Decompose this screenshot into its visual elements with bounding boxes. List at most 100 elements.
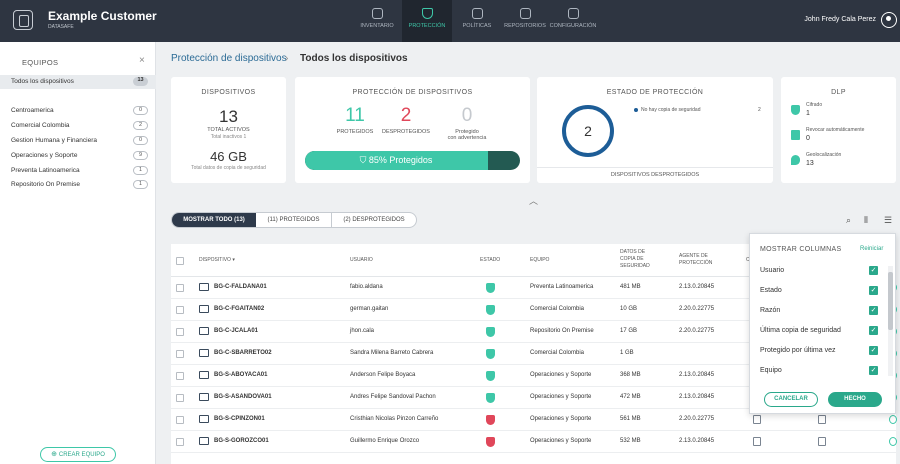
user-cell: Andres Felipe Sandoval Pachon [350,394,436,400]
column-option-protegido[interactable]: Protegido por última vez [760,347,835,354]
nav-configuracion[interactable]: CONFIGURACIÓN [548,0,598,42]
column-option-ultima-copia[interactable]: Última copia de seguridad [760,327,841,334]
unprotected-devices-link[interactable]: DISPOSITIVOS DESPROTEGIDOS [537,167,773,178]
device-name[interactable]: BG-C-JCALA01 [214,328,258,334]
column-checkbox[interactable]: ✓ [869,306,878,315]
tab-unprotected[interactable]: (2) DESPROTEGIDOS [332,213,416,227]
nav-proteccion[interactable]: PROTECCIÓN [402,0,452,42]
search-icon [371,8,383,19]
unprotected-shield-icon [486,415,495,425]
shield-icon [421,8,433,19]
column-option-usuario[interactable]: Usuario [760,267,784,274]
warning-stat[interactable]: 0 Protegido con advertencia [437,105,497,141]
agent-version-cell: 2.13.0.20845 [679,438,715,444]
table-row[interactable]: BG-S-GOROZCO01 Guillermo Enrique Orozco Op… [171,431,897,453]
sidebar-item-team[interactable]: Operaciones y Soporte 9 [11,151,156,160]
header-agent[interactable]: AGENTE DE PROTECCIÓN [679,253,712,267]
column-checkbox[interactable]: ✓ [869,286,878,295]
sidebar-item-team[interactable]: Gestion Humana y Financiera 0 [11,136,156,145]
column-checkbox[interactable]: ✓ [869,346,878,355]
sidebar-item-team[interactable]: Repositorio On Premise 1 [11,180,156,189]
row-checkbox[interactable] [176,350,184,358]
team-cell: Preventa Latinoamerica [530,284,594,290]
total-active-value: 13 [219,107,238,126]
header-team[interactable]: EQUIPO [530,257,549,264]
column-option-equipo[interactable]: Equipo [760,367,782,374]
row-checkbox[interactable] [176,394,184,402]
reset-link[interactable]: Reiniciar [860,246,883,252]
revoke-icon [791,130,800,140]
breadcrumb-parent[interactable]: Protección de dispositivos [171,53,287,64]
user-cell: Sandra Milena Barreto Cabrera [350,350,434,356]
location-icon [791,155,800,165]
count-badge: 1 [133,180,148,189]
row-checkbox[interactable] [176,372,184,380]
dlp-label: Revocar automáticamente [806,127,865,133]
header-status[interactable]: ESTADO [480,257,500,264]
tab-protected[interactable]: (11) PROTEGIDOS [256,213,332,227]
device-name[interactable]: BG-S-ASANDOVA01 [214,394,272,400]
columns-icon[interactable]: ⦀ [864,215,868,226]
unprotected-stat[interactable]: 2 DESPROTEGIDOS [376,105,436,135]
column-checkbox[interactable]: ✓ [869,326,878,335]
user-avatar-icon[interactable] [881,12,897,28]
laptop-icon [199,349,209,357]
user-cell: fabio.aldana [350,284,383,290]
column-option-razon[interactable]: Razón [760,307,780,314]
row-checkbox[interactable] [176,284,184,292]
close-icon[interactable]: × [139,55,145,66]
user-cell: Anderson Felipe Boyaca [350,372,416,378]
protected-shield-icon [486,349,495,359]
collapse-chevron-icon[interactable]: ︿ [529,194,538,207]
row-checkbox[interactable] [176,438,184,446]
search-icon[interactable]: ⌕ [846,215,851,226]
device-name[interactable]: BG-C-FGAITAN02 [214,306,264,312]
filter-settings-icon[interactable]: ☰ [884,215,892,226]
devices-card: DISPOSITIVOS 13 TOTAL ACTIVOS Total inac… [171,77,286,183]
team-cell: Operaciones y Soporte [530,416,592,422]
select-all-checkbox[interactable] [176,257,184,265]
count-badge: 0 [133,106,148,115]
protection-progress-bar: ⛉ 85% Protegidos [305,151,520,170]
user-name[interactable]: John Fredy Cala Perez [804,16,876,23]
location-icon [889,415,897,424]
tab-show-all[interactable]: MOSTRAR TODO (13) [172,213,256,227]
nav-repositorios[interactable]: REPOSITORIOS [500,0,550,42]
filter-tabs: MOSTRAR TODO (13) (11) PROTEGIDOS (2) DE… [171,212,417,228]
backup-size-cell: 1 GB [620,350,634,356]
nav-politicas[interactable]: POLÍTICAS [452,0,502,42]
device-name[interactable]: BG-S-GOROZCO01 [214,438,269,444]
document-icon [818,437,826,446]
done-button[interactable]: HECHO [828,392,882,407]
nav-inventario[interactable]: INVENTARIO [352,0,402,42]
sidebar-item-team[interactable]: Preventa Latinoamerica 1 [11,166,156,175]
cancel-button[interactable]: CANCELAR [764,392,818,407]
count-badge: 13 [133,77,148,86]
row-checkbox[interactable] [176,416,184,424]
column-checkbox[interactable]: ✓ [869,366,878,375]
column-checkbox[interactable]: ✓ [869,266,878,275]
backup-size-cell: 472 MB [620,394,641,400]
donut-chart: 2 [562,105,614,157]
device-name[interactable]: BG-C-FALDANA01 [214,284,267,290]
panel-scrollbar[interactable] [888,266,893,376]
header-backup[interactable]: DATOS DE COPIA DE SEGURIDAD [620,249,650,270]
row-checkbox[interactable] [176,306,184,314]
brand-subtitle: DATASAFE [48,24,74,30]
sidebar-item-team[interactable]: Centroamerica 0 [11,106,156,115]
scroll-thumb[interactable] [888,272,893,330]
device-name[interactable]: BG-S-ABOYACA01 [214,372,267,378]
column-option-estado[interactable]: Estado [760,287,782,294]
header-device[interactable]: DISPOSITIVO ▾ [199,257,235,264]
device-name[interactable]: BG-C-SBARRETO02 [214,350,272,356]
laptop-icon [199,415,209,423]
document-icon [471,8,483,19]
legend-value: 2 [758,107,761,113]
device-name[interactable]: BG-S-CPINZON01 [214,416,265,422]
sidebar-item-all-devices[interactable]: Todos los dispositivos 13 [0,75,156,89]
header-user[interactable]: USUARIO [350,257,373,264]
sidebar-item-team[interactable]: Comercial Colombia 2 [11,121,156,130]
encryption-icon [753,415,761,424]
create-team-button[interactable]: CREAR EQUIPO [40,447,116,462]
row-checkbox[interactable] [176,328,184,336]
